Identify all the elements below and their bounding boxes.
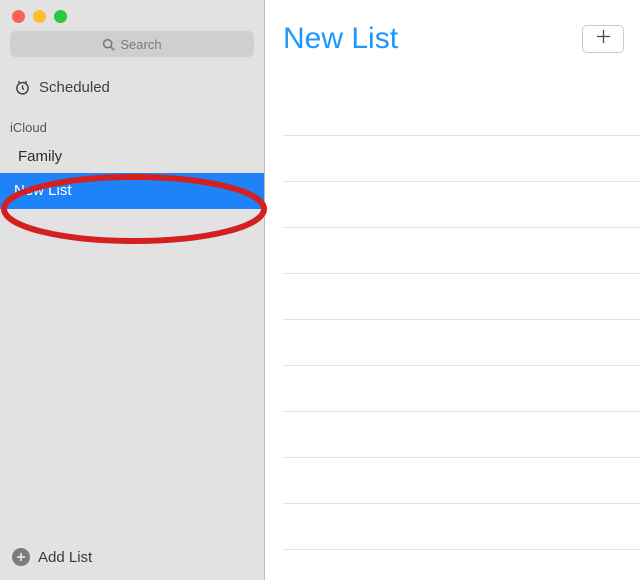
plus-icon <box>596 29 611 49</box>
window-controls <box>0 0 264 29</box>
add-list-label: Add List <box>38 549 92 566</box>
minimize-window-button[interactable] <box>33 10 46 23</box>
main-pane: New List <box>265 0 640 580</box>
empty-row[interactable] <box>283 412 640 458</box>
sidebar-list-family[interactable]: Family <box>0 141 264 173</box>
list-title: New List <box>283 22 398 56</box>
empty-row[interactable] <box>283 182 640 228</box>
add-list-button[interactable]: Add List <box>0 538 264 580</box>
empty-row[interactable] <box>283 366 640 412</box>
list-item-label: New List <box>14 182 72 199</box>
search-placeholder: Search <box>120 37 161 52</box>
empty-row[interactable] <box>283 320 640 366</box>
fullscreen-window-button[interactable] <box>54 10 67 23</box>
sidebar: Search Scheduled iCloud Family New List <box>0 0 265 580</box>
add-reminder-button[interactable] <box>582 25 624 53</box>
empty-row[interactable] <box>283 136 640 182</box>
empty-row[interactable] <box>283 458 640 504</box>
clock-icon <box>14 79 31 96</box>
search-input[interactable]: Search <box>10 31 254 57</box>
scheduled-item[interactable]: Scheduled <box>0 65 264 104</box>
empty-row[interactable] <box>283 228 640 274</box>
close-window-button[interactable] <box>12 10 25 23</box>
reminders-window: Search Scheduled iCloud Family New List <box>0 0 640 580</box>
empty-row[interactable] <box>283 504 640 550</box>
empty-row[interactable] <box>283 90 640 136</box>
section-header-icloud: iCloud <box>0 104 264 141</box>
list-item-label: Family <box>18 148 62 165</box>
empty-row[interactable] <box>283 274 640 320</box>
scheduled-label: Scheduled <box>39 79 110 96</box>
reminder-rows[interactable] <box>265 60 640 580</box>
search-icon <box>102 38 115 51</box>
plus-circle-icon <box>12 548 30 566</box>
main-header: New List <box>265 0 640 60</box>
sidebar-list-new-list[interactable]: New List <box>0 173 264 209</box>
